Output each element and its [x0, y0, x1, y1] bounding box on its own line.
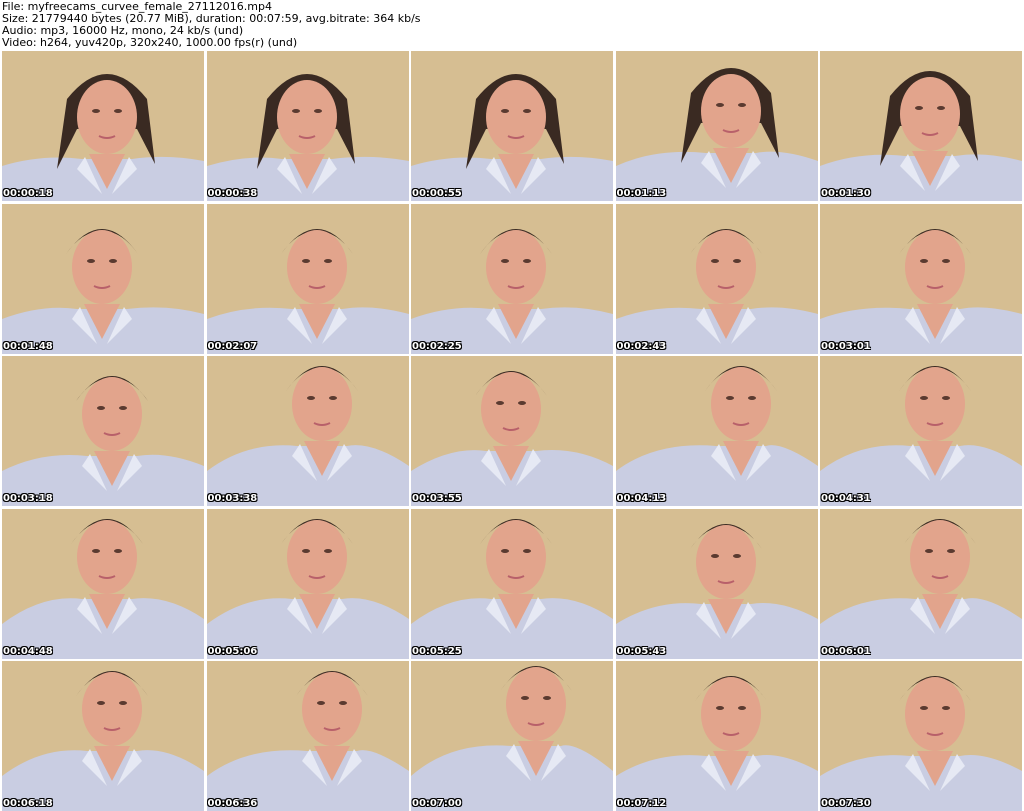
thumbnail-timestamp: 00:02:43 — [616, 340, 667, 352]
thumbnail-timestamp: 00:07:30 — [821, 798, 871, 809]
video-thumbnail: 00:03:18 — [2, 356, 204, 506]
video-thumbnail: 00:02:07 — [206, 203, 409, 354]
video-thumbnail: 00:03:38 — [206, 356, 409, 506]
thumbnail-frame-image — [820, 661, 1022, 811]
thumbnail-timestamp: 00:04:31 — [821, 493, 871, 504]
thumbnail-timestamp: 00:07:00 — [412, 798, 462, 809]
video-thumbnail: 00:03:55 — [411, 356, 613, 506]
video-thumbnail: 00:01:48 — [2, 203, 204, 354]
thumbnail-timestamp: 00:06:01 — [821, 645, 871, 657]
video-thumbnail: 00:07:00 — [411, 661, 613, 811]
thumbnail-frame-image — [206, 508, 409, 659]
thumbnail-frame-image — [820, 508, 1022, 659]
thumbnail-timestamp: 00:03:38 — [207, 493, 258, 504]
thumbnail-grid: 00:00:18 00:00:38 00:00:55 00:01:13 00:0… — [2, 51, 1022, 811]
thumbnail-timestamp: 00:02:07 — [207, 340, 258, 352]
video-thumbnail: 00:00:55 — [411, 51, 613, 201]
video-thumbnail: 00:05:06 — [206, 508, 409, 659]
thumbnail-frame-image — [2, 356, 204, 506]
video-info-line: Video: h264, yuv420p, 320x240, 1000.00 f… — [2, 36, 298, 49]
thumbnail-frame-image — [2, 203, 204, 354]
video-thumbnail: 00:07:30 — [820, 661, 1022, 811]
video-thumbnail: 00:06:18 — [2, 661, 204, 811]
thumbnail-frame-image — [411, 203, 613, 354]
thumbnail-frame-image — [411, 356, 613, 506]
thumbnail-frame-image — [820, 203, 1022, 354]
thumbnail-timestamp: 00:01:13 — [616, 188, 667, 199]
thumbnail-timestamp: 00:03:55 — [412, 493, 462, 504]
video-thumbnail: 00:02:25 — [411, 203, 613, 354]
thumbnail-timestamp: 00:00:38 — [207, 188, 258, 199]
video-thumbnail: 00:05:25 — [411, 508, 613, 659]
thumbnail-frame-image — [206, 51, 409, 201]
thumbnail-timestamp: 00:07:12 — [616, 798, 667, 809]
video-thumbnail: 00:04:48 — [2, 508, 204, 659]
thumbnail-timestamp: 00:04:48 — [3, 645, 53, 657]
thumbnail-frame-image — [206, 203, 409, 354]
thumbnail-timestamp: 00:00:18 — [3, 188, 53, 199]
video-thumbnail: 00:03:01 — [820, 203, 1022, 354]
thumbnail-timestamp: 00:03:18 — [3, 493, 53, 504]
video-thumbnail: 00:02:43 — [615, 203, 818, 354]
thumbnail-timestamp: 00:01:48 — [3, 340, 53, 352]
thumbnail-frame-image — [411, 508, 613, 659]
video-thumbnail: 00:06:01 — [820, 508, 1022, 659]
thumbnail-frame-image — [411, 661, 613, 811]
video-thumbnail: 00:04:13 — [615, 356, 818, 506]
thumbnail-timestamp: 00:00:55 — [412, 188, 462, 199]
thumbnail-frame-image — [615, 51, 818, 201]
thumbnail-frame-image — [615, 508, 818, 659]
thumbnail-timestamp: 00:06:18 — [3, 798, 53, 809]
thumbnail-timestamp: 00:01:30 — [821, 188, 871, 199]
thumbnail-frame-image — [820, 356, 1022, 506]
video-thumbnail: 00:00:18 — [2, 51, 204, 201]
video-thumbnail: 00:01:13 — [615, 51, 818, 201]
video-thumbnail: 00:04:31 — [820, 356, 1022, 506]
thumbnail-timestamp: 00:05:06 — [207, 645, 258, 657]
video-thumbnail: 00:01:30 — [820, 51, 1022, 201]
thumbnail-frame-image — [615, 203, 818, 354]
thumbnail-timestamp: 00:05:25 — [412, 645, 462, 657]
thumbnail-timestamp: 00:05:43 — [616, 645, 667, 657]
thumbnail-frame-image — [411, 51, 613, 201]
video-info-header: File: myfreecams_curvee_female_27112016.… — [0, 0, 1024, 50]
video-thumbnail: 00:06:36 — [206, 661, 409, 811]
thumbnail-frame-image — [2, 661, 204, 811]
thumbnail-timestamp: 00:03:01 — [821, 340, 871, 352]
thumbnail-timestamp: 00:04:13 — [616, 493, 667, 504]
video-thumbnail: 00:00:38 — [206, 51, 409, 201]
video-thumbnail: 00:07:12 — [615, 661, 818, 811]
thumbnail-frame-image — [2, 51, 204, 201]
video-thumbnail: 00:05:43 — [615, 508, 818, 659]
thumbnail-timestamp: 00:06:36 — [207, 798, 258, 809]
thumbnail-frame-image — [820, 51, 1022, 201]
thumbnail-frame-image — [206, 356, 409, 506]
thumbnail-frame-image — [206, 661, 409, 811]
thumbnail-timestamp: 00:02:25 — [412, 340, 462, 352]
thumbnail-frame-image — [2, 508, 204, 659]
thumbnail-frame-image — [615, 661, 818, 811]
thumbnail-frame-image — [615, 356, 818, 506]
